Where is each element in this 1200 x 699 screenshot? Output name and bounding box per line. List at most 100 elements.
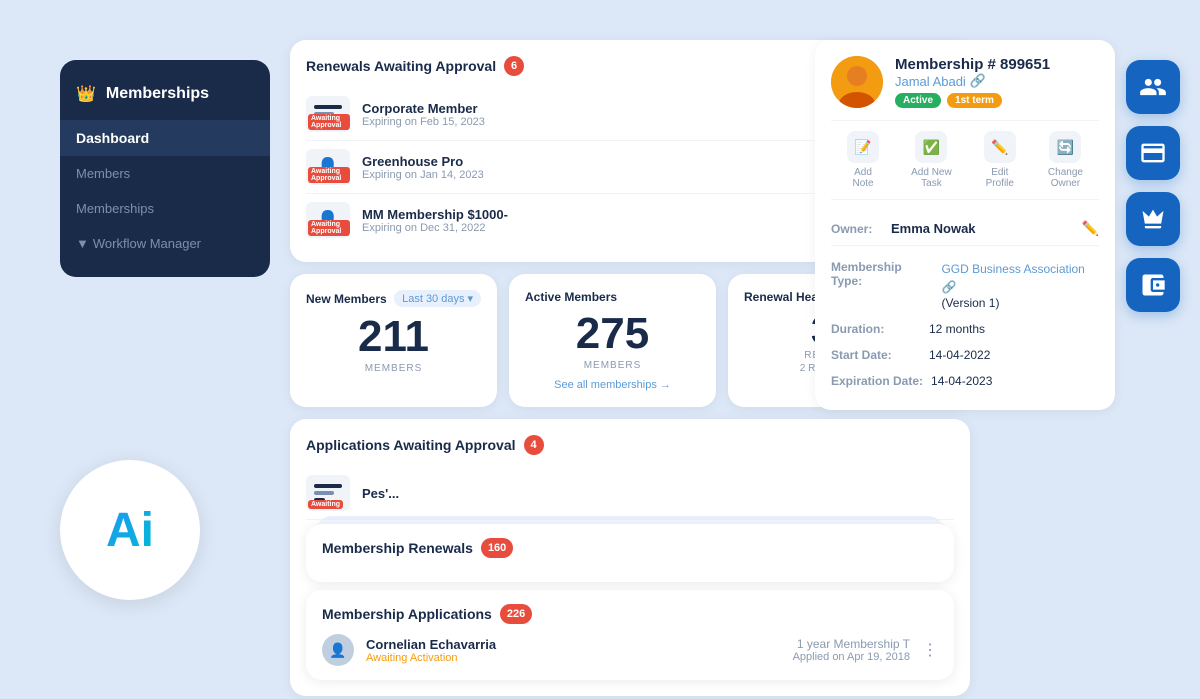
sidebar-item-dashboard[interactable]: Dashboard	[60, 120, 270, 156]
change-owner-icon: 🔄	[1049, 131, 1081, 163]
member-app-item: 👤 Cornelian Echavarria Awaiting Activati…	[322, 634, 938, 666]
sidebar-dashboard-label: Dashboard	[76, 130, 149, 146]
logo-text: Ai	[106, 503, 154, 558]
status-term-tag: 1st term	[947, 93, 1002, 108]
type-value-wrapper: GGD Business Association 🔗 (Version 1)	[941, 260, 1099, 310]
member-info: Cornelian Echavarria Awaiting Activation	[366, 637, 781, 664]
active-members-title: Active Members	[525, 290, 617, 304]
external-link-icon: 🔗	[970, 73, 986, 89]
member-avatar: 👤	[322, 634, 354, 666]
membership-applications-badge: 226	[500, 604, 532, 624]
members-sidebar-button[interactable]	[1126, 60, 1180, 114]
new-members-card: New Members Last 30 days ▾ 211 MEMBERS	[290, 274, 497, 407]
membership-applications-label: Membership Applications	[322, 606, 492, 622]
edit-profile-button[interactable]: ✏️ EditProfile	[984, 131, 1016, 189]
member-status: Awaiting Activation	[366, 652, 781, 664]
expiry-date-row: Expiration Date: 14-04-2023	[831, 368, 1099, 394]
sidebar-workflow-label: Workflow Manager	[93, 236, 201, 251]
member-header: Membership # 899651 Jamal Abadi 🔗 Active…	[831, 56, 1099, 108]
renewal-thumb-1: Awaiting Approval	[306, 96, 350, 132]
sidebar-logo-label: Memberships	[106, 85, 209, 103]
membership-renewals-badge: 160	[481, 538, 513, 558]
sidebar-header: 👑 Memberships	[60, 76, 270, 120]
add-note-label: AddNote	[852, 167, 873, 189]
active-members-label: MEMBERS	[525, 360, 700, 371]
owner-value: Emma Nowak	[891, 221, 1082, 236]
renewal-thumb-2: 👤 Awaiting Approval	[306, 149, 350, 185]
applications-title: Applications Awaiting Approval 4	[306, 435, 954, 455]
add-task-button[interactable]: ✅ Add NewTask	[911, 131, 952, 189]
membership-applications-wrapper: Membership Applications 226 👤 Cornelian …	[306, 590, 954, 680]
applications-card: Applications Awaiting Approval 4 Awaitin…	[290, 419, 970, 696]
app-thumb-1: Awaiting	[306, 475, 350, 511]
wallet-sidebar-button[interactable]	[1126, 258, 1180, 312]
start-value: 14-04-2022	[929, 348, 990, 362]
add-task-label: Add NewTask	[911, 167, 952, 189]
type-value: GGD Business Association	[941, 262, 1084, 276]
crown-icon: 👑	[76, 84, 96, 104]
active-members-header: Active Members	[525, 290, 700, 304]
membership-id: Membership # 899651	[895, 56, 1050, 73]
owner-row: Owner: Emma Nowak ✏️	[831, 212, 1099, 246]
add-note-icon: 📝	[847, 131, 879, 163]
app-name-1: Pes'...	[362, 486, 954, 501]
edit-profile-icon: ✏️	[984, 131, 1016, 163]
membership-renewals-title: Membership Renewals 160	[322, 538, 938, 558]
member-name: Cornelian Echavarria	[366, 637, 781, 652]
duration-label: Duration:	[831, 322, 921, 336]
status-tags: Active 1st term	[895, 93, 1050, 108]
sidebar-item-members[interactable]: Members	[60, 156, 270, 191]
membership-applications-card: Membership Applications 226 👤 Cornelian …	[306, 590, 954, 680]
active-members-card: Active Members 275 MEMBERS See all membe…	[509, 274, 716, 407]
chevron-down-icon: ▼	[76, 236, 89, 251]
add-note-button[interactable]: 📝 AddNote	[847, 131, 879, 189]
edit-profile-label: EditProfile	[986, 167, 1014, 189]
new-members-filter[interactable]: Last 30 days ▾	[394, 290, 481, 307]
new-members-count: 211	[306, 315, 481, 359]
type-version: (Version 1)	[941, 296, 1099, 310]
applications-title-text: Applications Awaiting Approval	[306, 437, 516, 453]
member-id-name: Jamal Abadi 🔗	[895, 73, 1050, 89]
add-task-icon: ✅	[915, 131, 947, 163]
sidebar-memberships-label: Memberships	[76, 201, 154, 216]
active-members-count: 275	[525, 312, 700, 356]
new-members-title: New Members	[306, 292, 387, 306]
status-active-tag: Active	[895, 93, 941, 108]
app-info-1: Pes'...	[362, 486, 954, 501]
new-members-header: New Members Last 30 days ▾	[306, 290, 481, 307]
app-item-1: Awaiting Pes'...	[306, 467, 954, 520]
change-owner-button[interactable]: 🔄 ChangeOwner	[1048, 131, 1083, 189]
see-all-link[interactable]: See all memberships →	[525, 379, 700, 391]
member-id-info: Membership # 899651 Jamal Abadi 🔗 Active…	[895, 56, 1050, 108]
right-panel: Membership # 899651 Jamal Abadi 🔗 Active…	[815, 40, 1115, 422]
member-plan-info: 1 year Membership T Applied on Apr 19, 2…	[793, 637, 910, 663]
chevron-down-icon: ▾	[467, 292, 473, 305]
renewals-title-text: Renewals Awaiting Approval	[306, 58, 496, 74]
expiry-label: Expiration Date:	[831, 374, 923, 388]
owner-edit-icon[interactable]: ✏️	[1082, 220, 1099, 237]
start-date-row: Start Date: 14-04-2022	[831, 342, 1099, 368]
member-more[interactable]: ⋮	[922, 640, 938, 660]
right-sidebar	[1126, 60, 1180, 312]
member-photo	[831, 56, 883, 108]
crown-sidebar-button[interactable]	[1126, 192, 1180, 246]
sidebar-item-workflow[interactable]: ▼ Workflow Manager	[60, 226, 270, 261]
duration-row: Duration: 12 months	[831, 316, 1099, 342]
sidebar: 👑 Memberships Dashboard Members Membersh…	[60, 60, 270, 277]
duration-value: 12 months	[929, 322, 985, 336]
membership-applications-title: Membership Applications 226	[322, 604, 938, 624]
type-link[interactable]: GGD Business Association 🔗	[941, 262, 1084, 294]
change-owner-label: ChangeOwner	[1048, 167, 1083, 189]
membership-detail-card: Membership # 899651 Jamal Abadi 🔗 Active…	[815, 40, 1115, 410]
member-name-text: Jamal Abadi	[895, 74, 966, 89]
new-members-label: MEMBERS	[306, 363, 481, 374]
app-logo: Ai	[60, 460, 200, 600]
renewal-thumb-3: 👤 Awaiting Approval	[306, 202, 350, 238]
renewals-badge: 6	[504, 56, 524, 76]
owner-label: Owner:	[831, 222, 891, 236]
member-date: Applied on Apr 19, 2018	[793, 651, 910, 663]
card-sidebar-button[interactable]	[1126, 126, 1180, 180]
applications-badge: 4	[524, 435, 544, 455]
start-label: Start Date:	[831, 348, 921, 362]
sidebar-item-memberships[interactable]: Memberships	[60, 191, 270, 226]
